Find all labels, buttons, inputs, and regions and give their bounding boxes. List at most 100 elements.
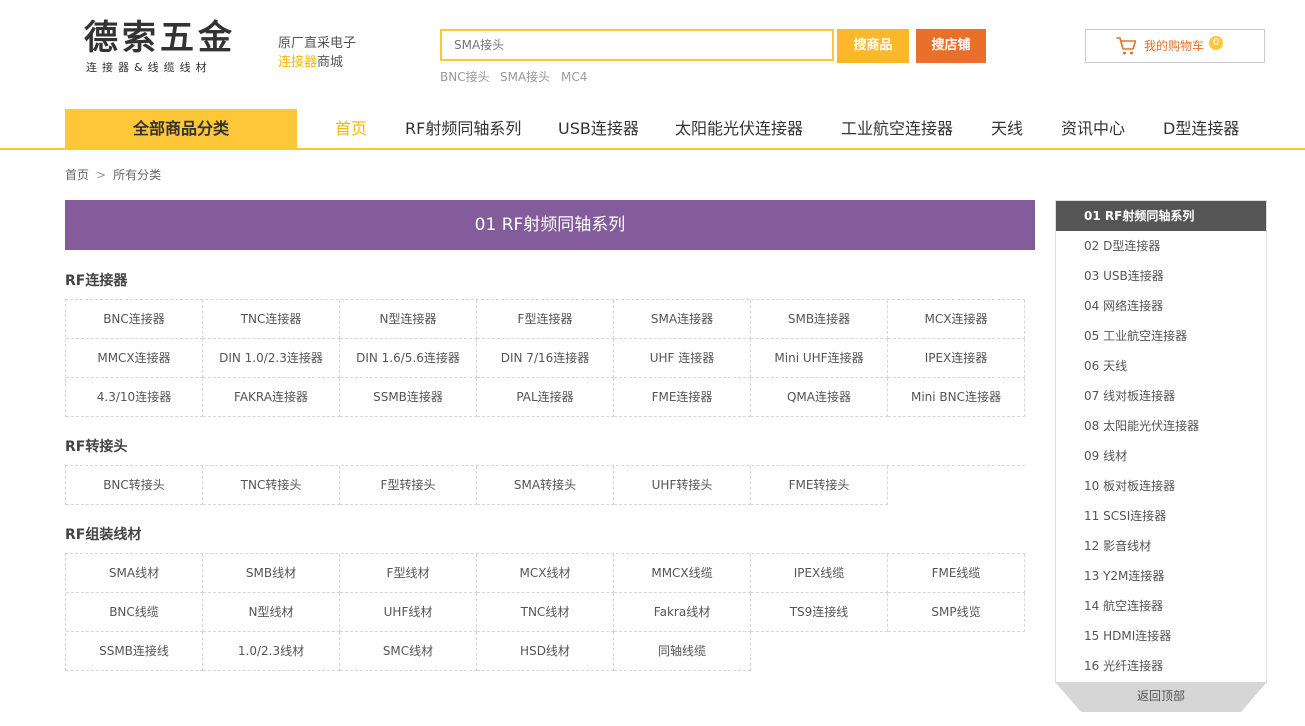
category-link[interactable]: HSD线材 [477, 632, 614, 671]
category-link[interactable]: SMA线材 [66, 554, 203, 593]
category-link[interactable]: IPEX连接器 [888, 339, 1025, 378]
cart-button[interactable]: 我的购物车 0 [1085, 29, 1265, 63]
category-link[interactable]: QMA连接器 [751, 378, 888, 417]
section-grid: SMA线材 SMB线材 F型线材 MCX线材 MMCX线缆 IPEX线缆 FME线缆 BNC线… [65, 553, 1025, 671]
section-grid: BNC转接头 TNC转接头 F型转接头 SMA转接头 UHF转接头 FME转接头 [65, 465, 1025, 505]
category-link[interactable]: IPEX线缆 [751, 554, 888, 593]
category-link[interactable]: 同轴线缆 [614, 632, 751, 671]
category-link[interactable]: 4.3/10连接器 [66, 378, 203, 417]
category-link[interactable]: FME线缆 [888, 554, 1025, 593]
category-link[interactable]: Mini BNC连接器 [888, 378, 1025, 417]
back-to-top-label[interactable]: 返回顶部 [1055, 689, 1267, 703]
hot-keyword[interactable]: MC4 [561, 70, 587, 84]
cart-icon [1116, 37, 1137, 55]
category-link[interactable]: SSMB连接器 [340, 378, 477, 417]
sidebar-item[interactable]: 04 网络连接器 [1056, 291, 1266, 321]
category-link[interactable]: MMCX连接器 [66, 339, 203, 378]
sidebar-item[interactable]: 11 SCSI连接器 [1056, 501, 1266, 531]
category-link[interactable]: FME连接器 [614, 378, 751, 417]
slogan-highlight: 连接器 [278, 55, 318, 70]
category-link[interactable]: SMC线材 [340, 632, 477, 671]
category-link[interactable]: DIN 1.0/2.3连接器 [203, 339, 340, 378]
category-link[interactable]: F型转接头 [340, 466, 477, 505]
sidebar-item[interactable]: 08 太阳能光伏连接器 [1056, 411, 1266, 441]
all-categories-button[interactable]: 全部商品分类 [65, 109, 297, 149]
sidebar-item[interactable]: 14 航空连接器 [1056, 591, 1266, 621]
category-link[interactable]: Mini UHF连接器 [751, 339, 888, 378]
nav-item-rf[interactable]: RF射频同轴系列 [405, 118, 521, 140]
category-link[interactable]: MMCX线缆 [614, 554, 751, 593]
search-goods-button[interactable]: 搜商品 [837, 29, 909, 63]
cart-label: 我的购物车 [1144, 39, 1205, 53]
logo-subtitle: 连接器&线缆线材 [86, 61, 212, 74]
search-box [440, 29, 834, 61]
category-link[interactable]: UHF 连接器 [614, 339, 751, 378]
cart-count-badge: 0 [1209, 36, 1223, 50]
hot-keyword[interactable]: SMA接头 [500, 70, 550, 84]
slogan-rest: 商城 [317, 55, 344, 70]
category-link[interactable]: UHF转接头 [614, 466, 751, 505]
sidebar-item[interactable]: 07 线对板连接器 [1056, 381, 1266, 411]
sidebar-item[interactable]: 16 光纤连接器 [1056, 651, 1266, 681]
category-link[interactable]: SMB线材 [203, 554, 340, 593]
nav-item-solar[interactable]: 太阳能光伏连接器 [675, 118, 803, 140]
category-link[interactable]: FME转接头 [751, 466, 888, 505]
nav-item-antenna[interactable]: 天线 [991, 118, 1023, 140]
sidebar-item[interactable]: 09 线材 [1056, 441, 1266, 471]
section-title: RF连接器 [65, 273, 128, 289]
category-link[interactable]: SSMB连接线 [66, 632, 203, 671]
category-link[interactable]: DIN 7/16连接器 [477, 339, 614, 378]
category-link[interactable]: SMB连接器 [751, 300, 888, 339]
nav-item-news[interactable]: 资讯中心 [1061, 118, 1125, 140]
category-link[interactable]: F型线材 [340, 554, 477, 593]
category-link[interactable]: TNC线材 [477, 593, 614, 632]
section-title: RF组装线材 [65, 527, 142, 543]
category-sidebar: 01 RF射频同轴系列 02 D型连接器 03 USB连接器 04 网络连接器 05 工… [1055, 200, 1267, 683]
category-link[interactable]: F型连接器 [477, 300, 614, 339]
category-link[interactable]: PAL连接器 [477, 378, 614, 417]
category-link[interactable]: N型连接器 [340, 300, 477, 339]
category-link[interactable]: UHF线材 [340, 593, 477, 632]
section-title: RF转接头 [65, 439, 128, 455]
nav-item-aviation[interactable]: 工业航空连接器 [841, 118, 953, 140]
category-link[interactable]: TNC转接头 [203, 466, 340, 505]
sidebar-item[interactable]: 12 影音线材 [1056, 531, 1266, 561]
sidebar-item[interactable]: 06 天线 [1056, 351, 1266, 381]
breadcrumb-current: 所有分类 [113, 168, 162, 182]
nav-item-dsub[interactable]: D型连接器 [1163, 118, 1239, 140]
category-link[interactable]: BNC连接器 [66, 300, 203, 339]
slogan-line-2: 连接器商城 [278, 55, 343, 71]
breadcrumb: 首页 > 所有分类 [65, 168, 161, 182]
category-link[interactable]: Fakra线材 [614, 593, 751, 632]
sidebar-item[interactable]: 15 HDMI连接器 [1056, 621, 1266, 651]
slogan-line-1: 原厂直采电子 [278, 36, 357, 51]
nav-item-home[interactable]: 首页 [335, 118, 367, 140]
category-link[interactable]: SMP线览 [888, 593, 1025, 632]
category-link[interactable]: BNC转接头 [66, 466, 203, 505]
category-link[interactable]: TS9连接线 [751, 593, 888, 632]
nav-item-usb[interactable]: USB连接器 [558, 118, 639, 140]
search-shop-button[interactable]: 搜店铺 [916, 29, 986, 63]
category-link[interactable]: TNC连接器 [203, 300, 340, 339]
category-link[interactable]: SMA连接器 [614, 300, 751, 339]
breadcrumb-home[interactable]: 首页 [65, 168, 89, 182]
section-grid: BNC连接器 TNC连接器 N型连接器 F型连接器 SMA连接器 SMB连接器 MCX连接器… [65, 299, 1025, 417]
category-link[interactable]: DIN 1.6/5.6连接器 [340, 339, 477, 378]
category-link[interactable]: MCX线材 [477, 554, 614, 593]
sidebar-item[interactable]: 05 工业航空连接器 [1056, 321, 1266, 351]
sidebar-item[interactable]: 02 D型连接器 [1056, 231, 1266, 261]
category-link[interactable]: FAKRA连接器 [203, 378, 340, 417]
search-input[interactable] [454, 32, 814, 58]
category-title: 01 RF射频同轴系列 [65, 200, 1035, 250]
category-link[interactable]: BNC线缆 [66, 593, 203, 632]
category-link[interactable]: SMA转接头 [477, 466, 614, 505]
category-link[interactable]: 1.0/2.3线材 [203, 632, 340, 671]
sidebar-item[interactable]: 03 USB连接器 [1056, 261, 1266, 291]
sidebar-item[interactable]: 10 板对板连接器 [1056, 471, 1266, 501]
sidebar-item[interactable]: 01 RF射频同轴系列 [1056, 201, 1266, 231]
hot-keyword[interactable]: BNC接头 [440, 70, 490, 84]
sidebar-item[interactable]: 13 Y2M连接器 [1056, 561, 1266, 591]
logo-title[interactable]: 德索五金 [84, 18, 236, 58]
category-link[interactable]: MCX连接器 [888, 300, 1025, 339]
category-link[interactable]: N型线材 [203, 593, 340, 632]
